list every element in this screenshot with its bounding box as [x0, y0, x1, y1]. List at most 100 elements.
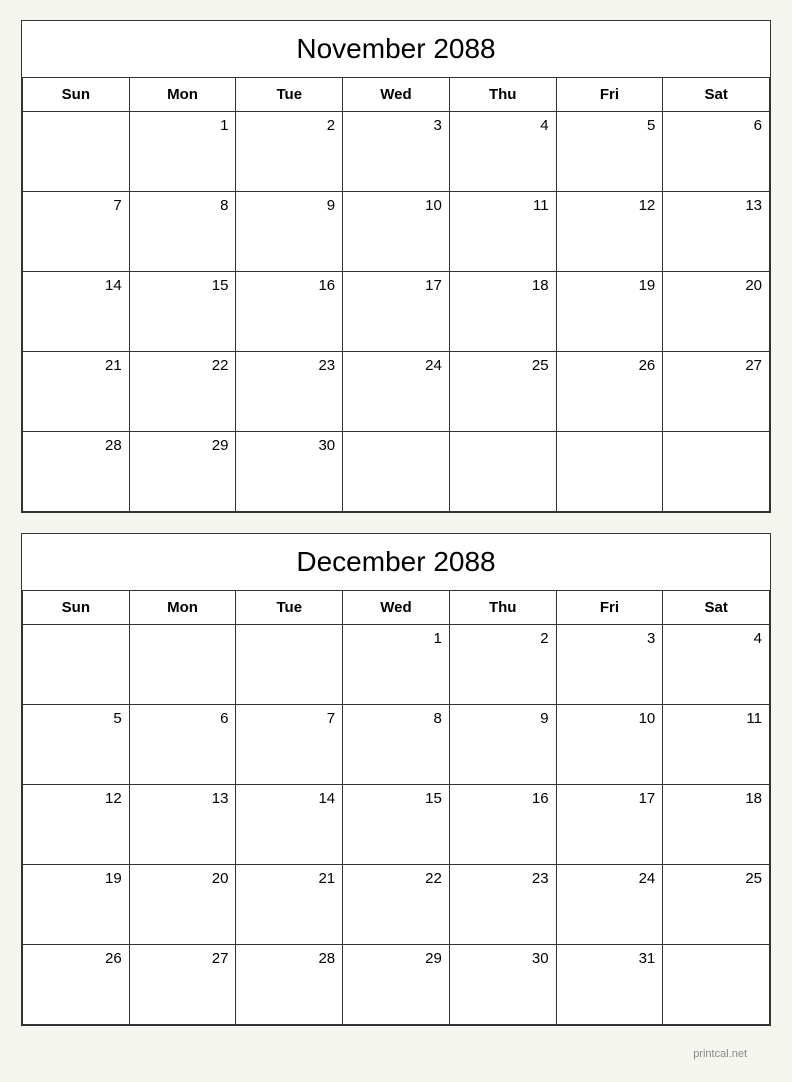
- day-number: 7: [243, 710, 335, 727]
- day-cell: 15: [343, 785, 450, 865]
- day-number: 31: [564, 950, 656, 967]
- day-cell: 15: [130, 272, 237, 352]
- day-number: 9: [243, 197, 335, 214]
- day-number: 29: [350, 950, 442, 967]
- day-cell: 8: [130, 192, 237, 272]
- day-number: 23: [243, 357, 335, 374]
- day-cell: [663, 945, 770, 1025]
- day-number: 22: [137, 357, 229, 374]
- day-cell: 14: [236, 785, 343, 865]
- day-number: 1: [350, 630, 442, 647]
- day-cell: 28: [236, 945, 343, 1025]
- day-number: 26: [564, 357, 656, 374]
- day-cell: 7: [23, 192, 130, 272]
- day-number: 5: [564, 117, 656, 134]
- day-number: 10: [564, 710, 656, 727]
- day-header: Tue: [236, 78, 343, 112]
- day-header: Sun: [23, 78, 130, 112]
- day-cell: [236, 625, 343, 705]
- day-cell: 3: [557, 625, 664, 705]
- day-header: Thu: [450, 591, 557, 625]
- day-header: Mon: [130, 78, 237, 112]
- day-cell: 30: [236, 432, 343, 512]
- day-header: Tue: [236, 591, 343, 625]
- day-cell: [130, 625, 237, 705]
- day-number: 20: [670, 277, 762, 294]
- day-cell: 21: [23, 352, 130, 432]
- november-title: November 2088: [22, 21, 770, 78]
- day-cell: 11: [663, 705, 770, 785]
- day-cell: 30: [450, 945, 557, 1025]
- day-header: Thu: [450, 78, 557, 112]
- day-number: 14: [243, 790, 335, 807]
- day-cell: 14: [23, 272, 130, 352]
- day-header: Mon: [130, 591, 237, 625]
- day-number: 30: [457, 950, 549, 967]
- day-number: 13: [670, 197, 762, 214]
- day-number: 2: [243, 117, 335, 134]
- day-cell: 20: [663, 272, 770, 352]
- day-cell: [557, 432, 664, 512]
- december-grid: SunMonTueWedThuFriSat1234567891011121314…: [22, 591, 770, 1025]
- day-number: 18: [670, 790, 762, 807]
- november-calendar: November 2088 SunMonTueWedThuFriSat12345…: [21, 20, 771, 513]
- day-number: 8: [350, 710, 442, 727]
- day-number: 26: [30, 950, 122, 967]
- day-number: 25: [670, 870, 762, 887]
- day-cell: 18: [663, 785, 770, 865]
- day-number: 30: [243, 437, 335, 454]
- day-number: 12: [564, 197, 656, 214]
- day-cell: [663, 432, 770, 512]
- day-number: 14: [30, 277, 122, 294]
- day-header: Sat: [663, 78, 770, 112]
- day-number: 9: [457, 710, 549, 727]
- day-number: 22: [350, 870, 442, 887]
- day-number: 15: [137, 277, 229, 294]
- day-cell: 25: [663, 865, 770, 945]
- day-cell: 12: [23, 785, 130, 865]
- day-cell: [450, 432, 557, 512]
- day-number: 4: [670, 630, 762, 647]
- day-number: 3: [350, 117, 442, 134]
- day-number: 28: [30, 437, 122, 454]
- december-calendar: December 2088 SunMonTueWedThuFriSat12345…: [21, 533, 771, 1026]
- day-cell: 27: [130, 945, 237, 1025]
- day-number: 18: [457, 277, 549, 294]
- day-number: 24: [564, 870, 656, 887]
- day-number: 27: [137, 950, 229, 967]
- day-cell: 8: [343, 705, 450, 785]
- day-number: 11: [670, 710, 762, 727]
- day-cell: 9: [450, 705, 557, 785]
- day-cell: 13: [130, 785, 237, 865]
- day-number: 4: [457, 117, 549, 134]
- day-cell: 25: [450, 352, 557, 432]
- day-cell: [343, 432, 450, 512]
- day-number: 29: [137, 437, 229, 454]
- day-cell: 18: [450, 272, 557, 352]
- day-cell: 22: [343, 865, 450, 945]
- day-cell: 27: [663, 352, 770, 432]
- day-cell: 19: [23, 865, 130, 945]
- day-header: Fri: [557, 78, 664, 112]
- day-cell: 10: [343, 192, 450, 272]
- day-cell: [23, 112, 130, 192]
- day-number: 2: [457, 630, 549, 647]
- day-number: 21: [30, 357, 122, 374]
- day-number: 3: [564, 630, 656, 647]
- day-cell: 22: [130, 352, 237, 432]
- day-number: 15: [350, 790, 442, 807]
- day-cell: 29: [130, 432, 237, 512]
- day-cell: 31: [557, 945, 664, 1025]
- day-header: Sat: [663, 591, 770, 625]
- day-header: Wed: [343, 591, 450, 625]
- day-cell: 5: [23, 705, 130, 785]
- day-number: 6: [137, 710, 229, 727]
- day-cell: 28: [23, 432, 130, 512]
- day-cell: 6: [663, 112, 770, 192]
- day-cell: 9: [236, 192, 343, 272]
- day-number: 1: [137, 117, 229, 134]
- day-number: 6: [670, 117, 762, 134]
- december-title: December 2088: [22, 534, 770, 591]
- day-cell: 26: [557, 352, 664, 432]
- day-cell: 24: [557, 865, 664, 945]
